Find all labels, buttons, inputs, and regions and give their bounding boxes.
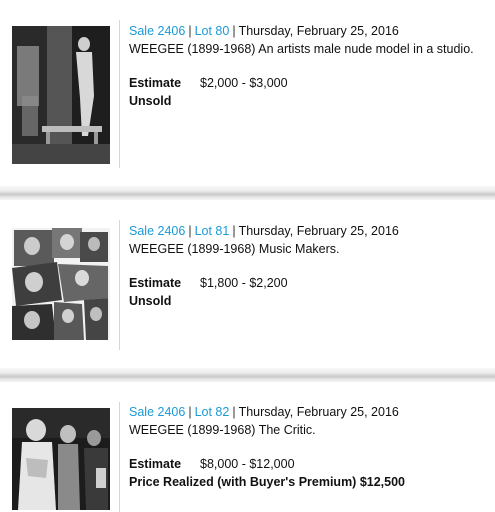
lot-info: Sale 2406 | Lot 80 | Thursday, February 25, … [129, 22, 491, 110]
lot-link[interactable]: Lot 82 [195, 405, 230, 419]
meta-separator: | [232, 24, 236, 38]
sale-link[interactable]: Sale 2406 [129, 405, 185, 419]
photo-image [12, 408, 110, 510]
estimate-value: $8,000 - $12,000 [200, 457, 295, 471]
estimate-label: Estimate [129, 276, 182, 290]
meta-separator: | [188, 224, 192, 238]
lot-link[interactable]: Lot 80 [195, 24, 230, 38]
lot-thumbnail[interactable] [12, 26, 110, 164]
lot-meta: Sale 2406 | Lot 82 | Thursday, February 25, … [129, 403, 491, 421]
meta-separator: | [232, 224, 236, 238]
estimate-label: Estimate [129, 457, 182, 471]
lot-card: Sale 2406 | Lot 80 | Thursday, February 25, … [0, 0, 495, 186]
lot-status: Unsold [129, 94, 172, 108]
lot-card: Sale 2406 | Lot 82 | Thursday, February 25, … [0, 382, 495, 512]
sale-date: Thursday, February 25, 2016 [238, 24, 399, 38]
sale-date: Thursday, February 25, 2016 [238, 224, 399, 238]
lot-info: Sale 2406 | Lot 81 | Thursday, February 25, … [129, 222, 491, 310]
lot-thumbnail[interactable] [12, 408, 110, 510]
meta-separator: | [232, 405, 236, 419]
estimate-row: Estimate $2,000 - $3,000 [129, 74, 491, 92]
vertical-separator [119, 220, 120, 350]
lot-info: Sale 2406 | Lot 82 | Thursday, February 25, … [129, 403, 491, 491]
lot-status: Unsold [129, 294, 172, 308]
vertical-separator [119, 20, 120, 168]
lot-title: WEEGEE (1899-1968) The Critic. [129, 423, 316, 437]
lot-title: WEEGEE (1899-1968) An artists male nude … [129, 42, 474, 56]
estimate-row: Estimate $8,000 - $12,000 [129, 455, 491, 473]
sale-date: Thursday, February 25, 2016 [238, 405, 399, 419]
estimate-value: $1,800 - $2,200 [200, 276, 288, 290]
estimate-label: Estimate [129, 76, 182, 90]
meta-separator: | [188, 405, 192, 419]
auction-lot-list: Sale 2406 | Lot 80 | Thursday, February 25, … [0, 0, 495, 512]
lot-meta: Sale 2406 | Lot 80 | Thursday, February 25, … [129, 22, 491, 40]
lot-meta: Sale 2406 | Lot 81 | Thursday, February 25, … [129, 222, 491, 240]
lot-thumbnail[interactable] [12, 228, 110, 340]
lot-status: Price Realized (with Buyer's Premium) $1… [129, 475, 406, 489]
lot-divider [0, 368, 495, 382]
photo-image [12, 228, 110, 340]
sale-link[interactable]: Sale 2406 [129, 224, 185, 238]
photo-image [12, 26, 110, 164]
lot-title: WEEGEE (1899-1968) Music Makers. [129, 242, 340, 256]
vertical-separator [119, 402, 120, 512]
sale-link[interactable]: Sale 2406 [129, 24, 185, 38]
meta-separator: | [188, 24, 192, 38]
lot-card: Sale 2406 | Lot 81 | Thursday, February 25, … [0, 200, 495, 368]
estimate-value: $2,000 - $3,000 [200, 76, 288, 90]
lot-divider [0, 186, 495, 200]
estimate-row: Estimate $1,800 - $2,200 [129, 274, 491, 292]
lot-link[interactable]: Lot 81 [195, 224, 230, 238]
